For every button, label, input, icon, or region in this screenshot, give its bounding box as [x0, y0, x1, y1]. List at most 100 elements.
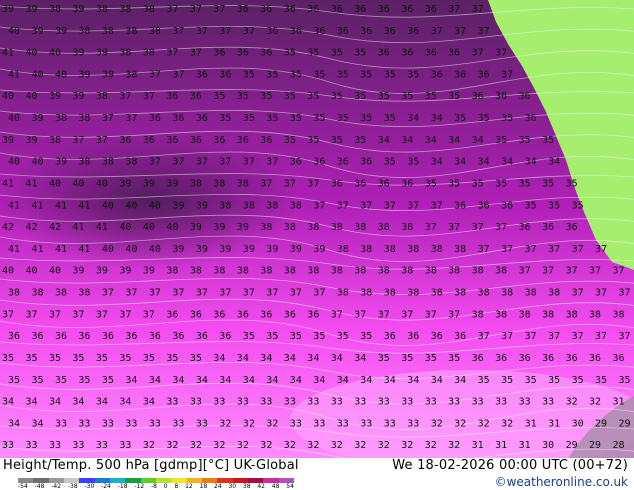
- contour-value: 35: [495, 135, 507, 146]
- contour-value: 37: [431, 200, 443, 211]
- contour-value: 36: [495, 91, 507, 102]
- contour-value: 37: [501, 331, 513, 342]
- contour-value: 36: [260, 309, 272, 320]
- contour-value: 40: [149, 200, 161, 211]
- contour-value: 34: [354, 353, 366, 364]
- contour-value: 35: [237, 91, 249, 102]
- contour-value: 33: [542, 397, 554, 408]
- contour-value: 36: [307, 309, 319, 320]
- temperature-map[interactable]: 39 39 38 39 38 38 38 37 37 37 36 36 36 36 36 36 36 36 36 37…: [0, 0, 634, 458]
- contour-value: 35: [290, 113, 302, 124]
- contour-value: 33: [425, 397, 437, 408]
- contour-value: 33: [354, 397, 366, 408]
- scale-label: 18: [199, 483, 208, 490]
- contour-value: 36: [501, 200, 513, 211]
- contour-value: 34: [143, 397, 155, 408]
- contour-value: 32: [190, 440, 202, 451]
- contour-value: 38: [78, 113, 90, 124]
- contour-value: 34: [407, 113, 419, 124]
- contour-value: 35: [619, 375, 631, 386]
- contour-value: 33: [401, 397, 413, 408]
- contour-value: 38: [125, 26, 137, 37]
- contour-value: 32: [431, 418, 443, 429]
- contour-value: 31: [495, 440, 507, 451]
- contour-value: 37: [172, 157, 184, 168]
- contour-value: 35: [542, 135, 554, 146]
- contour-value: 40: [102, 200, 114, 211]
- contour-value: 37: [595, 331, 607, 342]
- contour-value: 38: [501, 288, 513, 299]
- contour-value: 37: [260, 179, 272, 190]
- contour-value: 33: [384, 418, 396, 429]
- contour-value: 36: [378, 179, 390, 190]
- contour-value: 36: [331, 179, 343, 190]
- scale-label: 48: [271, 483, 280, 490]
- contour-value: 37: [125, 288, 137, 299]
- contour-value: 38: [384, 288, 396, 299]
- contour-value: 39: [119, 266, 131, 277]
- contour-value: 35: [384, 157, 396, 168]
- contour-value: 33: [213, 397, 225, 408]
- contour-value: 37: [331, 309, 343, 320]
- valid-time: We 18-02-2026 00:00 UTC (00+72): [392, 458, 628, 473]
- contour-value: 33: [407, 418, 419, 429]
- contour-value: 36: [431, 331, 443, 342]
- contour-value: 36: [119, 135, 131, 146]
- contour-value: 38: [589, 309, 601, 320]
- contour-value: 37: [172, 26, 184, 37]
- contour-value: 36: [566, 353, 578, 364]
- contour-value: 39: [290, 244, 302, 255]
- contour-value: 36: [542, 222, 554, 233]
- contour-value: 36: [519, 353, 531, 364]
- contour-value: 39: [243, 244, 255, 255]
- contour-value: 31: [548, 418, 560, 429]
- contour-value: 38: [143, 48, 155, 59]
- contour-value: 35: [425, 179, 437, 190]
- contour-value: 36: [384, 331, 396, 342]
- contour-value: 37: [313, 288, 325, 299]
- contour-value: 35: [595, 375, 607, 386]
- contour-value: 37: [243, 157, 255, 168]
- contour-value: 38: [49, 135, 61, 146]
- scale-label: -18: [117, 483, 128, 490]
- contour-value: 38: [360, 288, 372, 299]
- contour-value: 32: [243, 418, 255, 429]
- contour-value: 34: [119, 397, 131, 408]
- contour-value: 40: [125, 200, 137, 211]
- contour-value: 35: [102, 375, 114, 386]
- color-scale-labels: -54 -48 -42 -38 -30 -24 -18 -12 -8 0 8 12 18 24 30 38 42…: [18, 483, 294, 490]
- contour-value: 38: [519, 309, 531, 320]
- contour-value: 36: [525, 113, 537, 124]
- contour-value: 34: [525, 157, 537, 168]
- contour-value: 34: [49, 397, 61, 408]
- contour-value: 29: [595, 418, 607, 429]
- contour-value: 33: [55, 418, 67, 429]
- contour-value: 38: [407, 244, 419, 255]
- contour-value: 38: [337, 244, 349, 255]
- contour-value: 34: [284, 353, 296, 364]
- contour-value: 35: [266, 69, 278, 80]
- contour-value: 35: [360, 69, 372, 80]
- contour-value: 36: [32, 331, 44, 342]
- contour-value: 32: [566, 397, 578, 408]
- footer: Height/Temp. 500 hPa [gdmp][°C] UK-Globa…: [0, 458, 634, 490]
- contour-value: 32: [378, 440, 390, 451]
- contour-value: 34: [384, 375, 396, 386]
- contour-value: 37: [284, 179, 296, 190]
- contour-value: 37: [525, 331, 537, 342]
- credit-link[interactable]: ©weatheronline.co.uk: [495, 475, 628, 489]
- contour-value: 39: [196, 200, 208, 211]
- contour-value: 37: [454, 26, 466, 37]
- contour-value: 29: [619, 418, 631, 429]
- contour-value: 35: [448, 179, 460, 190]
- contour-value: 37: [172, 69, 184, 80]
- scale-label: 38: [242, 483, 251, 490]
- contour-value: 37: [478, 26, 490, 37]
- contour-value: 36: [478, 200, 490, 211]
- scale-label: 24: [213, 483, 222, 490]
- contour-value: 39: [72, 91, 84, 102]
- contour-value: 33: [102, 418, 114, 429]
- contour-value: 37: [595, 288, 607, 299]
- contour-value: 36: [313, 157, 325, 168]
- contour-value: 38: [260, 266, 272, 277]
